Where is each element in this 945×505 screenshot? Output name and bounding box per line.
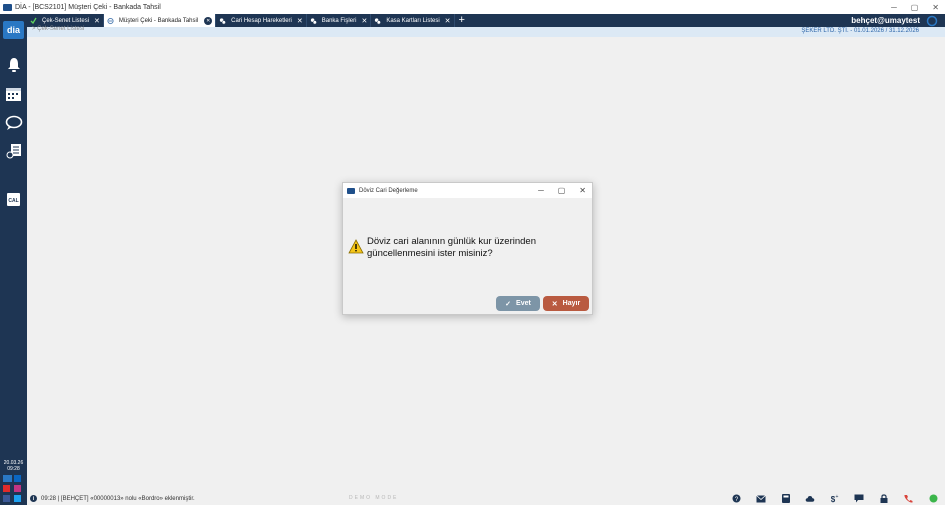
close-icon[interactable]: ✕ [932, 3, 939, 12]
close-icon[interactable]: ✕ [204, 16, 213, 25]
calendar-icon[interactable] [4, 85, 23, 103]
tab-label: Banka Fişleri [321, 17, 357, 24]
tab-musteri-ceki[interactable]: Müşteri Çeki - Bankada Tahsil ✕ [103, 14, 217, 27]
instagram-icon[interactable] [14, 485, 21, 492]
company-period[interactable]: ŞEKER LTD. ŞTİ. - 01.01.2026 / 31.12.202… [801, 28, 919, 34]
maximize-icon[interactable]: ▢ [558, 186, 566, 195]
calculator-icon[interactable] [781, 494, 791, 503]
minimize-icon[interactable]: ─ [538, 186, 544, 195]
yes-button-label: Evet [516, 300, 531, 307]
message-icon[interactable] [854, 494, 864, 503]
tab-label: Cari Hesap Hareketleri [231, 17, 292, 24]
window-title: DİA - [BCS2101] Müşteri Çeki - Bankada T… [15, 3, 161, 11]
close-icon[interactable]: ✕ [361, 17, 367, 25]
yes-button[interactable]: ✓ Evet [496, 296, 540, 311]
svg-text:CAL: CAL [8, 198, 18, 204]
currency-icon[interactable]: $ + [829, 494, 839, 503]
dialog-message: Döviz cari alanının günlük kur üzerinden… [367, 236, 536, 259]
app-logo-icon [347, 187, 355, 194]
calculator-icon[interactable]: CAL [4, 190, 23, 208]
online-status-icon[interactable] [928, 494, 938, 503]
status-message[interactable]: 09:28 | [BEHÇET] «00000013» nolu «Bordro… [41, 496, 195, 502]
add-tab-icon[interactable]: + [455, 14, 469, 27]
link-icon [219, 17, 226, 24]
dialog-title: Döviz Cari Değerleme [359, 187, 418, 194]
breadcrumb[interactable]: > Çek-Senet Listesi [32, 26, 84, 32]
lock-icon[interactable] [879, 494, 889, 503]
chat-icon[interactable] [4, 114, 23, 132]
close-icon[interactable]: ✕ [94, 17, 100, 25]
youtube-icon[interactable] [3, 485, 10, 492]
tab-label: Kasa Kartları Listesi [386, 17, 440, 24]
sidebar: dia CAL 20.03.26 09:28 [0, 14, 27, 505]
tab-cari-hesap-hareketleri[interactable]: Cari Hesap Hareketleri ✕ [216, 14, 307, 27]
status-bar: i 09:28 | [BEHÇET] «00000013» nolu «Bord… [27, 492, 945, 505]
window-titlebar: DİA - [BCS2101] Müşteri Çeki - Bankada T… [0, 0, 945, 14]
demo-mode-label: DEMO MODE [349, 495, 399, 501]
dia-logo[interactable]: dia [3, 21, 24, 39]
tab-kasa-kartlari-listesi[interactable]: Kasa Kartları Listesi ✕ [371, 14, 455, 27]
window-controls: ─ ▢ ✕ [891, 0, 939, 14]
close-icon: ✕ [551, 300, 558, 308]
tab-bar: Çek-Senet Listesi ✕ Müşteri Çeki - Banka… [27, 14, 945, 27]
minimize-icon[interactable]: ─ [891, 3, 897, 12]
tab-label: Müşteri Çeki - Bankada Tahsil [118, 17, 199, 24]
dialog-titlebar: Döviz Cari Değerleme ─ ▢ ✕ [343, 183, 592, 198]
doviz-dialog: Döviz Cari Değerleme ─ ▢ ✕ Döviz cari al… [342, 182, 593, 315]
no-button[interactable]: ✕ Hayır [543, 296, 589, 311]
svg-text:+: + [836, 494, 839, 500]
tab-label: Çek-Senet Listesi [42, 17, 90, 24]
no-button-label: Hayır [562, 300, 581, 307]
linkedin-icon[interactable] [14, 475, 21, 482]
facebook-icon[interactable] [3, 495, 10, 502]
dia-small-icon[interactable] [3, 475, 12, 482]
mail-icon[interactable] [756, 494, 766, 503]
report-icon[interactable] [4, 142, 23, 160]
maximize-icon[interactable]: ▢ [911, 3, 919, 12]
bell-icon[interactable] [4, 56, 23, 74]
tab-banka-fisleri[interactable]: Banka Fişleri ✕ [307, 14, 372, 27]
warning-icon [348, 239, 364, 254]
close-icon[interactable]: ✕ [579, 186, 586, 195]
close-icon[interactable]: ✕ [297, 17, 303, 25]
user-name[interactable]: behçet@umaytest [851, 14, 920, 27]
info-icon[interactable]: i [30, 495, 37, 502]
link-icon [310, 17, 317, 24]
social-links [3, 475, 24, 505]
link-icon [374, 17, 382, 24]
check-icon: ✓ [505, 300, 512, 308]
cloud-icon[interactable] [805, 494, 815, 503]
check-icon [30, 17, 37, 24]
dialog-controls: ─ ▢ ✕ [538, 183, 586, 198]
close-icon[interactable]: ✕ [445, 17, 451, 25]
cheque-icon [107, 17, 114, 24]
sidebar-time: 09:28 [7, 466, 20, 472]
twitter-icon[interactable] [14, 495, 21, 502]
app-logo-icon [3, 3, 12, 11]
phone-icon[interactable] [903, 494, 913, 503]
help-icon[interactable]: ? [731, 494, 741, 503]
